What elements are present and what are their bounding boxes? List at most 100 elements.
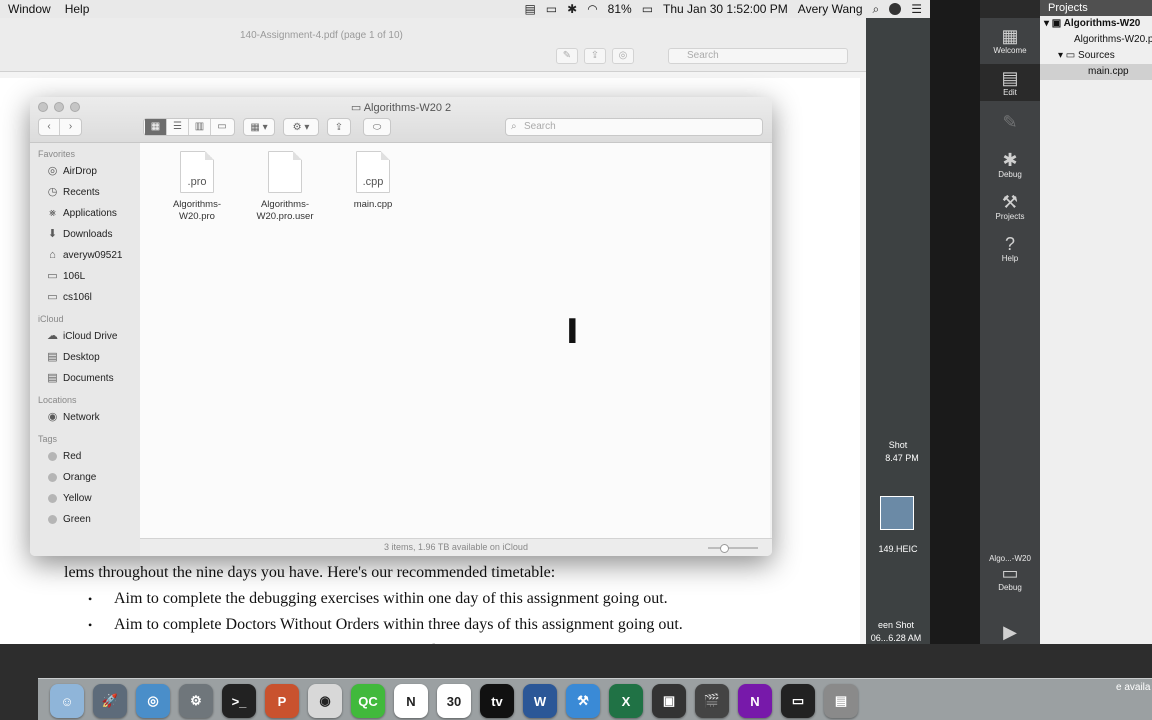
tree-project[interactable]: ▾ ▣ Algorithms-W20 (1040, 16, 1152, 32)
tree-expand-icon[interactable]: ▾ ▣ (1044, 18, 1064, 29)
battery-percent[interactable]: 81% (608, 2, 632, 16)
desktop-photo-thumbnail[interactable] (880, 496, 914, 530)
zoom-icon[interactable]: ▣ (652, 684, 686, 718)
battery-icon[interactable]: ▭ (642, 2, 653, 16)
play-icon: ▶ (1003, 622, 1017, 642)
mode-debug[interactable]: ✱ Debug (980, 150, 1040, 179)
sidebar-tag-yellow[interactable]: Yellow (30, 488, 140, 509)
mode-welcome[interactable]: ▦ Welcome (980, 26, 1040, 55)
run-button[interactable]: ▶ (980, 622, 1040, 642)
icon-view-icon[interactable]: ▦ (145, 119, 167, 135)
clapper-icon[interactable]: 🎬 (695, 684, 729, 718)
sidebar-tag-green[interactable]: Green (30, 509, 140, 530)
mode-label: Help (1001, 254, 1019, 263)
sidebar-item-documents[interactable]: ▤ Documents (30, 368, 140, 389)
menu-window[interactable]: Window (8, 2, 51, 16)
user-name[interactable]: Avery Wang (798, 2, 863, 16)
sidebar-item-network[interactable]: ◉ Network (30, 407, 140, 428)
sidebar-item-recents[interactable]: ◷ Recents (30, 182, 140, 203)
tree-expand-icon[interactable]: ▾ ▭ (1058, 50, 1078, 61)
tree-sources-folder[interactable]: ▾ ▭ Sources (1040, 48, 1152, 64)
sidebar-section-icloud[interactable]: iCloud (30, 312, 140, 326)
clock[interactable]: Thu Jan 30 1:52:00 PM (663, 2, 788, 16)
word-icon[interactable]: W (523, 684, 557, 718)
markup-icon[interactable]: ✎ (556, 48, 578, 64)
mode-edit[interactable]: ▤ Edit (980, 64, 1040, 101)
file-item-pro[interactable]: .pro Algorithms- W20.pro (152, 151, 242, 223)
desktop-file-label[interactable]: een Shot (866, 620, 926, 630)
notion-icon[interactable]: N (394, 684, 428, 718)
launchpad-icon[interactable]: 🚀 (93, 684, 127, 718)
annotate-icon[interactable]: ◎ (612, 48, 634, 64)
column-view-icon[interactable]: ▥ (189, 119, 211, 135)
siri-icon[interactable] (889, 3, 902, 15)
menu-help[interactable]: Help (65, 2, 90, 16)
spotlight-icon[interactable]: ⌕ (873, 2, 880, 17)
sidebar-item-desktop[interactable]: ▤ Desktop (30, 347, 140, 368)
mode-design[interactable]: ✎ (980, 112, 1040, 132)
onenote-icon[interactable]: N (738, 684, 772, 718)
document-icon: .cpp (356, 151, 390, 193)
forward-button[interactable]: › (60, 119, 81, 135)
sidebar-section-locations[interactable]: Locations (30, 393, 140, 407)
sidebar-item-applications[interactable]: ⨳ Applications (30, 203, 140, 224)
search-input[interactable]: ⌕ Search (505, 118, 763, 136)
finder-icon[interactable]: ☺ (50, 684, 84, 718)
tree-pro-file[interactable]: Algorithms-W20.pro (1040, 32, 1152, 48)
tree-main-cpp[interactable]: main.cpp (1040, 64, 1152, 80)
sidebar-item-106l[interactable]: ▭ 106L (30, 266, 140, 287)
sidebar-item-cs106l[interactable]: ▭ cs106l (30, 287, 140, 308)
desktop-file-label[interactable]: 149.HEIC (868, 544, 928, 554)
tree-label: Sources (1078, 50, 1115, 61)
notes-icon[interactable]: ▤ (524, 2, 535, 16)
file-item-pro-user[interactable]: Algorithms- W20.pro.user (240, 151, 330, 223)
action-button[interactable]: ⚙ ▾ (283, 118, 319, 136)
sidebar-tag-orange[interactable]: Orange (30, 467, 140, 488)
sidebar-section-tags[interactable]: Tags (30, 432, 140, 446)
calendar-icon[interactable]: 30 (437, 684, 471, 718)
wifi-icon[interactable]: ◠ (587, 2, 597, 16)
preview-icon[interactable]: ▤ (824, 684, 858, 718)
terminal-icon[interactable]: >_ (222, 684, 256, 718)
mode-help[interactable]: ? Help (980, 234, 1040, 263)
safari-icon[interactable]: ◎ (136, 684, 170, 718)
sidebar-item-icloud-drive[interactable]: ☁ iCloud Drive (30, 326, 140, 347)
icon-size-slider[interactable] (708, 544, 758, 553)
monitor-icon[interactable]: ▭ (781, 684, 815, 718)
sidebar-item-home[interactable]: ⌂ averyw09521 (30, 245, 140, 266)
sidebar-item-downloads[interactable]: ⬇ Downloads (30, 224, 140, 245)
sidebar-item-label: 106L (63, 271, 86, 282)
gallery-view-icon[interactable]: ▭ (211, 119, 233, 135)
excel-icon[interactable]: X (609, 684, 643, 718)
kit-selector[interactable]: Algo...-W20 ▭ Debug (980, 554, 1040, 592)
file-item-main-cpp[interactable]: .cpp main.cpp (328, 151, 418, 211)
finder-file-area[interactable]: .pro Algorithms- W20.pro Algorithms- W20.p… (140, 143, 770, 538)
share-button[interactable]: ⇪ (327, 118, 351, 136)
chrome-icon[interactable]: ◉ (308, 684, 342, 718)
mode-projects[interactable]: ⚒ Projects (980, 192, 1040, 221)
xcode-icon[interactable]: ⚒ (566, 684, 600, 718)
sidebar-tag-red[interactable]: Red (30, 446, 140, 467)
qt-icon[interactable]: QC (351, 684, 385, 718)
desktop-file-label[interactable]: 8.47 PM (872, 453, 932, 463)
tags-button[interactable]: ⬭ (363, 118, 391, 136)
sidebar-item-label: Recents (63, 187, 100, 198)
projects-header[interactable]: Projects (1040, 0, 1152, 16)
file-name: main.cpp (353, 199, 393, 210)
gear-icon[interactable]: ⚙ (179, 684, 213, 718)
sidebar-item-airdrop[interactable]: ◎ AirDrop (30, 161, 140, 182)
sidebar-section-favorites[interactable]: Favorites (30, 147, 140, 161)
desktop-file-label[interactable]: Shot (868, 440, 928, 450)
group-button[interactable]: ▦ ▾ (243, 118, 275, 136)
share-icon[interactable]: ⇪ (584, 48, 606, 64)
pdf-line: lems throughout the nine days you have. … (64, 564, 556, 581)
notification-center-icon[interactable]: ☰ (911, 2, 922, 16)
back-button[interactable]: ‹ (39, 119, 61, 135)
powerpoint-icon[interactable]: P (265, 684, 299, 718)
desktop-file-label[interactable]: 06...6.28 AM (866, 633, 926, 643)
pdf-search-field[interactable]: Search (668, 48, 848, 64)
tv-icon[interactable]: tv (480, 684, 514, 718)
bluetooth-icon[interactable]: ✱ (567, 2, 577, 16)
list-view-icon[interactable]: ☰ (167, 119, 189, 135)
airplay-icon[interactable]: ▭ (546, 2, 557, 16)
